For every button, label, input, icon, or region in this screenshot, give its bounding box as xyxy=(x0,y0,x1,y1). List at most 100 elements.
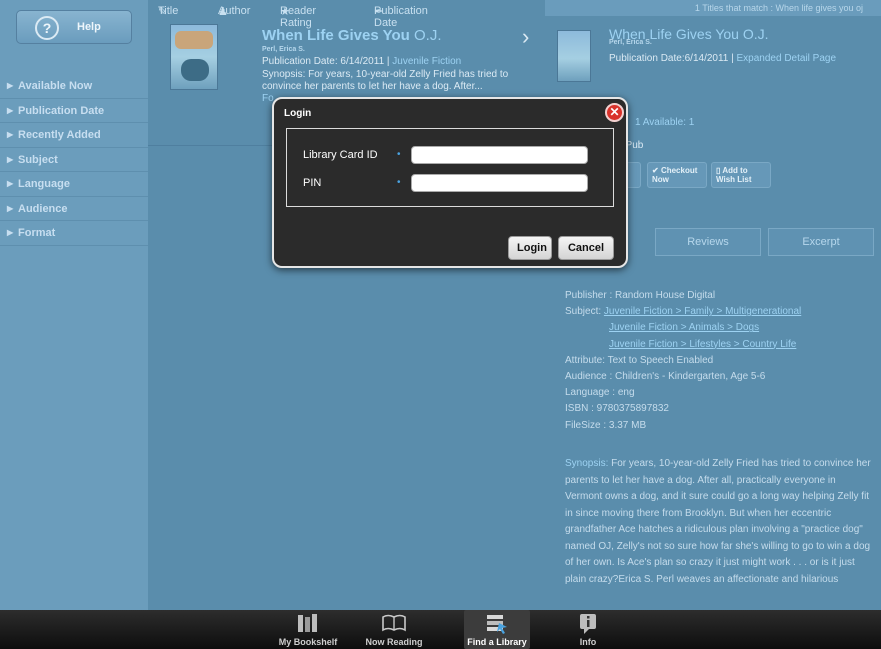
cover-art-dog xyxy=(181,59,209,81)
help-label: Help xyxy=(77,21,101,33)
chevron-right-icon: ▶ xyxy=(7,105,14,115)
book-pub-date: Publication Date: 6/14/2011 | xyxy=(262,56,393,67)
audience: Audience : Children's - Kindergarten, Ag… xyxy=(565,371,766,383)
chevron-right-icon: ▶ xyxy=(7,228,14,237)
help-button[interactable]: ? Help xyxy=(16,10,132,44)
card-id-input[interactable] xyxy=(411,146,588,164)
sidebar-item-label: Subject xyxy=(18,153,58,166)
synopsis-text: For years, 10-year-old Zelly Fried has t… xyxy=(565,458,871,585)
detail-panel: 1 Titles that match : When life gives yo… xyxy=(545,0,881,610)
bookshelf-icon xyxy=(297,613,319,638)
book-pub-line: Publication Date: 6/14/2011 | Juvenile F… xyxy=(262,56,461,67)
tab-label: My Bookshelf xyxy=(278,637,338,647)
sidebar: ? Help ▶ Available Now ▶ Publication Date … xyxy=(0,0,148,610)
tab-info[interactable]: Info xyxy=(560,610,616,649)
open-book-icon xyxy=(381,613,407,638)
card-id-label: Library Card ID xyxy=(303,149,378,161)
login-dialog: Login ✕ Library Card ID • PIN • Login Ca… xyxy=(272,97,628,268)
required-dot: • xyxy=(397,177,401,188)
sidebar-item-audience[interactable]: ▶ Audience xyxy=(0,197,148,221)
book-genre-link[interactable]: Juvenile Fiction xyxy=(392,56,461,67)
cover-art-title xyxy=(175,31,213,49)
tab-my-bookshelf[interactable]: My Bookshelf xyxy=(270,610,346,649)
chevron-right-icon: ▶ xyxy=(7,179,14,188)
detail-pub-line: Publication Date:6/14/2011 | Expanded De… xyxy=(609,53,836,64)
sort-bar: ✎ Title ♟ Author ★ Reader Rating ✒ Publicati… xyxy=(148,0,545,29)
subject-link[interactable]: Juvenile Fiction > Animals > Dogs xyxy=(609,322,759,333)
detail-metadata: Publisher : Random House Digital Subject… xyxy=(565,288,875,434)
subject-row: Subject: Juvenile Fiction > Family > Mul… xyxy=(565,304,875,320)
subject-link[interactable]: Juvenile Fiction > Lifestyles > Country … xyxy=(609,339,796,350)
login-button[interactable]: Login xyxy=(508,236,552,260)
sort-title-label: Title xyxy=(158,5,179,17)
info-icon xyxy=(578,613,598,640)
detail-pub-date: Publication Date:6/14/2011 | xyxy=(609,53,737,64)
sidebar-item-label: Audience xyxy=(18,202,68,215)
sort-author-label: Author xyxy=(218,5,251,17)
required-dot: • xyxy=(397,149,401,160)
book-title-rest: O.J. xyxy=(409,27,442,44)
checkout-label: Checkout Now xyxy=(652,166,698,184)
tab-excerpt[interactable]: Excerpt xyxy=(768,228,874,256)
sort-rating-label: Reader Rating xyxy=(280,5,317,29)
language: Language : eng xyxy=(565,387,635,399)
tab-now-reading[interactable]: Now Reading xyxy=(356,610,432,649)
book-author: Perl, Erica S. xyxy=(262,46,305,53)
wishlist-button[interactable]: ▯ Add to Wish List xyxy=(711,162,771,188)
chevron-right-icon: ▶ xyxy=(7,154,14,164)
detail-tabs: Reviews Excerpt xyxy=(655,228,881,256)
chevron-right-icon: ▶ xyxy=(7,203,14,213)
subject-label: Subject: xyxy=(565,306,604,318)
detail-author: Perl, Erica S. xyxy=(609,39,652,46)
app-window: ? Help ▶ Available Now ▶ Publication Date … xyxy=(0,0,881,610)
document-icon: ▯ xyxy=(716,166,721,175)
tab-label: Find a Library xyxy=(467,637,527,647)
sidebar-item-label: Format xyxy=(18,227,56,239)
wishlist-label: Add to Wish List xyxy=(716,166,752,184)
pin-input[interactable] xyxy=(411,174,588,192)
login-form: Library Card ID • PIN • xyxy=(286,128,614,207)
detail-cover-image xyxy=(557,30,591,82)
sort-pubdate-label: Publication Date xyxy=(374,5,428,29)
match-count: 1 Titles that match : When life gives yo… xyxy=(545,0,881,16)
bottom-tab-bar: My Bookshelf Now Reading Find a Library … xyxy=(0,610,881,649)
chevron-right-icon: ▶ xyxy=(7,81,14,90)
filesize: FileSize : 3.37 MB xyxy=(565,419,647,431)
sidebar-item-language[interactable]: ▶ Language xyxy=(0,172,148,197)
detail-synopsis: Synopsis: For years, 10-year-old Zelly F… xyxy=(565,456,871,588)
chevron-right-icon: ▶ xyxy=(7,130,14,139)
subject-row: Juvenile Fiction > Animals > Dogs xyxy=(565,320,875,336)
subject-link[interactable]: Juvenile Fiction > Family > Multigenerat… xyxy=(604,306,801,317)
sidebar-item-label: Publication Date xyxy=(18,104,105,117)
publisher: Publisher : Random House Digital xyxy=(565,290,716,301)
expanded-detail-link[interactable]: Expanded Detail Page xyxy=(737,53,837,64)
check-icon: ✔ xyxy=(652,166,659,175)
book-title[interactable]: When Life Gives You O.J. xyxy=(262,27,441,44)
tab-reviews[interactable]: Reviews xyxy=(655,228,761,256)
library-search-icon xyxy=(485,613,509,640)
attribute: Attribute: Text to Speech Enabled xyxy=(565,354,714,366)
sidebar-item-label: Language xyxy=(18,178,70,190)
sidebar-item-format[interactable]: ▶ Format xyxy=(0,221,148,246)
dialog-title: Login xyxy=(284,108,312,119)
checkout-button[interactable]: ✔ Checkout Now xyxy=(647,162,707,188)
sidebar-item-recently-added[interactable]: ▶ Recently Added xyxy=(0,123,148,148)
sidebar-item-label: Available Now xyxy=(18,80,93,92)
book-cover-image[interactable] xyxy=(170,24,218,90)
sidebar-item-publication-date[interactable]: ▶ Publication Date xyxy=(0,99,148,123)
book-title-main: When Life Gives You xyxy=(262,27,410,44)
subject-row: Juvenile Fiction > Lifestyles > Country … xyxy=(565,337,875,353)
sidebar-item-available-now[interactable]: ▶ Available Now xyxy=(0,74,148,99)
isbn: ISBN : 9780375897832 xyxy=(565,403,669,415)
cancel-button[interactable]: Cancel xyxy=(558,236,614,260)
tab-find-a-library[interactable]: Find a Library xyxy=(464,610,530,649)
chevron-right-icon[interactable]: › xyxy=(522,24,529,50)
filter-nav: ▶ Available Now ▶ Publication Date ▶ Recent… xyxy=(0,74,148,246)
availability-text: 1 Available: 1 xyxy=(635,117,695,128)
tab-label: Now Reading xyxy=(365,637,423,647)
pin-label: PIN xyxy=(303,177,322,189)
close-icon[interactable]: ✕ xyxy=(605,103,624,122)
results-panel: ✎ Title ♟ Author ★ Reader Rating ✒ Publicati… xyxy=(148,0,545,610)
sidebar-item-subject[interactable]: ▶ Subject xyxy=(0,148,148,172)
synopsis-label: Synopsis: xyxy=(565,458,609,469)
